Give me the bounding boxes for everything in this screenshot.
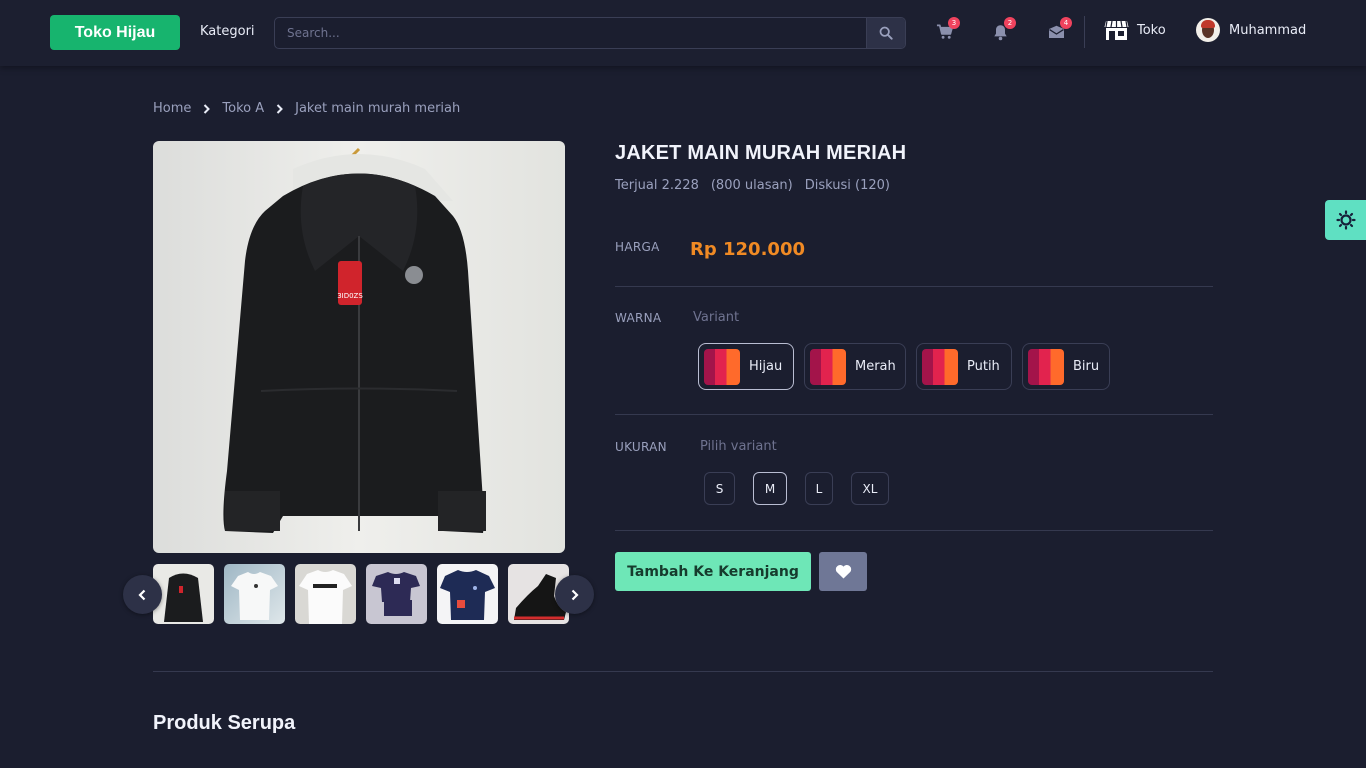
color-option-label: Biru	[1073, 359, 1100, 374]
color-option-biru[interactable]: Biru	[1022, 343, 1110, 390]
size-option-l[interactable]: L	[805, 472, 833, 505]
avatar	[1196, 18, 1220, 42]
product-meta: Terjual 2.228 (800 ulasan) Diskusi (120)	[615, 178, 890, 193]
color-option-label: Hijau	[749, 359, 783, 374]
size-hint: Pilih variant	[700, 439, 777, 454]
user-menu[interactable]: Muhammad	[1196, 18, 1306, 42]
thumbnail-4[interactable]	[366, 564, 427, 624]
chevron-right-icon	[203, 103, 211, 114]
store-icon	[1104, 20, 1129, 40]
user-name: Muhammad	[1229, 22, 1307, 38]
color-hint: Variant	[693, 310, 740, 325]
breadcrumb: Home Toko A Jaket main murah meriah	[153, 101, 460, 116]
thumbnail-1[interactable]	[153, 564, 214, 624]
chevron-right-icon	[571, 589, 579, 600]
notification-count-badge: 2	[1004, 17, 1016, 29]
store-label: Toko	[1137, 22, 1166, 38]
color-swatch	[704, 348, 740, 385]
wishlist-button[interactable]	[819, 552, 867, 591]
thumbnail-strip	[153, 564, 569, 624]
thumbnail-next-button[interactable]	[555, 575, 594, 614]
size-option-m[interactable]: M	[753, 472, 787, 505]
size-option-xl[interactable]: XL	[851, 472, 889, 505]
product-price: Rp 120.000	[690, 239, 805, 260]
color-swatch	[1028, 348, 1064, 385]
sold-count: Terjual 2.228	[615, 178, 699, 193]
divider	[615, 414, 1213, 415]
chevron-left-icon	[138, 589, 146, 600]
breadcrumb-home[interactable]: Home	[153, 101, 191, 116]
color-label: WARNA	[615, 311, 662, 325]
search-icon	[879, 26, 893, 40]
review-count[interactable]: (800 ulasan)	[711, 178, 793, 193]
breadcrumb-store[interactable]: Toko A	[222, 101, 264, 116]
svg-text:3ID0ZS: 3ID0ZS	[337, 292, 363, 300]
search-bar	[274, 17, 906, 49]
thumbnail-3[interactable]	[295, 564, 356, 624]
color-option-merah[interactable]: Merah	[804, 343, 906, 390]
breadcrumb-current: Jaket main murah meriah	[295, 101, 461, 116]
thumbnail-prev-button[interactable]	[123, 575, 162, 614]
color-option-label: Putih	[967, 359, 1000, 374]
color-option-hijau[interactable]: Hijau	[698, 343, 794, 390]
sun-icon	[1335, 210, 1356, 230]
thumbnail-2[interactable]	[224, 564, 285, 624]
header-divider	[1084, 16, 1085, 48]
product-title: JAKET MAIN MURAH MERIAH	[615, 142, 907, 164]
divider	[615, 530, 1213, 531]
similar-products-heading: Produk Serupa	[153, 712, 296, 734]
jacket-image: 3ID0ZS	[223, 147, 486, 533]
search-input[interactable]	[275, 18, 867, 48]
section-divider	[153, 671, 1213, 672]
inbox-button[interactable]: 4	[1046, 17, 1072, 42]
kategori-menu[interactable]: Kategori	[200, 24, 255, 39]
color-swatch	[922, 348, 958, 385]
add-to-cart-button[interactable]: Tambah Ke Keranjang	[615, 552, 811, 591]
store-link[interactable]: Toko	[1104, 19, 1166, 41]
notification-button[interactable]: 2	[990, 17, 1016, 42]
cart-button[interactable]: 3	[934, 17, 960, 42]
search-button[interactable]	[866, 18, 905, 48]
chevron-right-icon	[276, 103, 284, 114]
top-navbar: Toko Hijau Kategori 3 2 4 Toko Muhammad	[0, 0, 1366, 66]
heart-icon	[835, 564, 851, 579]
size-label: UKURAN	[615, 440, 667, 454]
color-option-label: Merah	[855, 359, 896, 374]
size-option-s[interactable]: S	[704, 472, 735, 505]
thumbnail-5[interactable]	[437, 564, 498, 624]
cart-count-badge: 3	[948, 17, 960, 29]
color-option-putih[interactable]: Putih	[916, 343, 1012, 390]
logo-button[interactable]: Toko Hijau	[50, 15, 180, 50]
divider	[615, 286, 1213, 287]
price-label: HARGA	[615, 240, 660, 254]
inbox-count-badge: 4	[1060, 17, 1072, 29]
color-swatch	[810, 348, 846, 385]
discussion-count[interactable]: Diskusi (120)	[805, 178, 890, 193]
product-main-image[interactable]: 3ID0ZS	[153, 141, 565, 553]
theme-toggle-button[interactable]	[1325, 200, 1366, 240]
